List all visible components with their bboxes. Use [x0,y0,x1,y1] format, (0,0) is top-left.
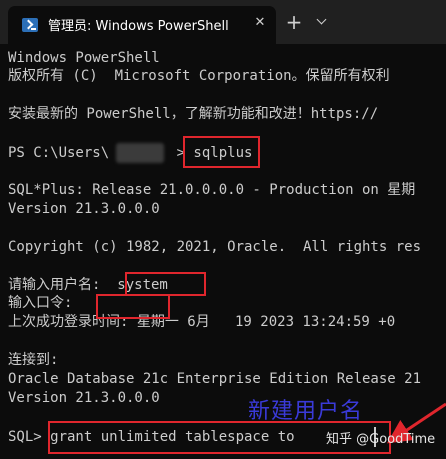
annotation-arrow [387,402,446,444]
watermark: 知乎 @GoodTime [326,432,436,447]
